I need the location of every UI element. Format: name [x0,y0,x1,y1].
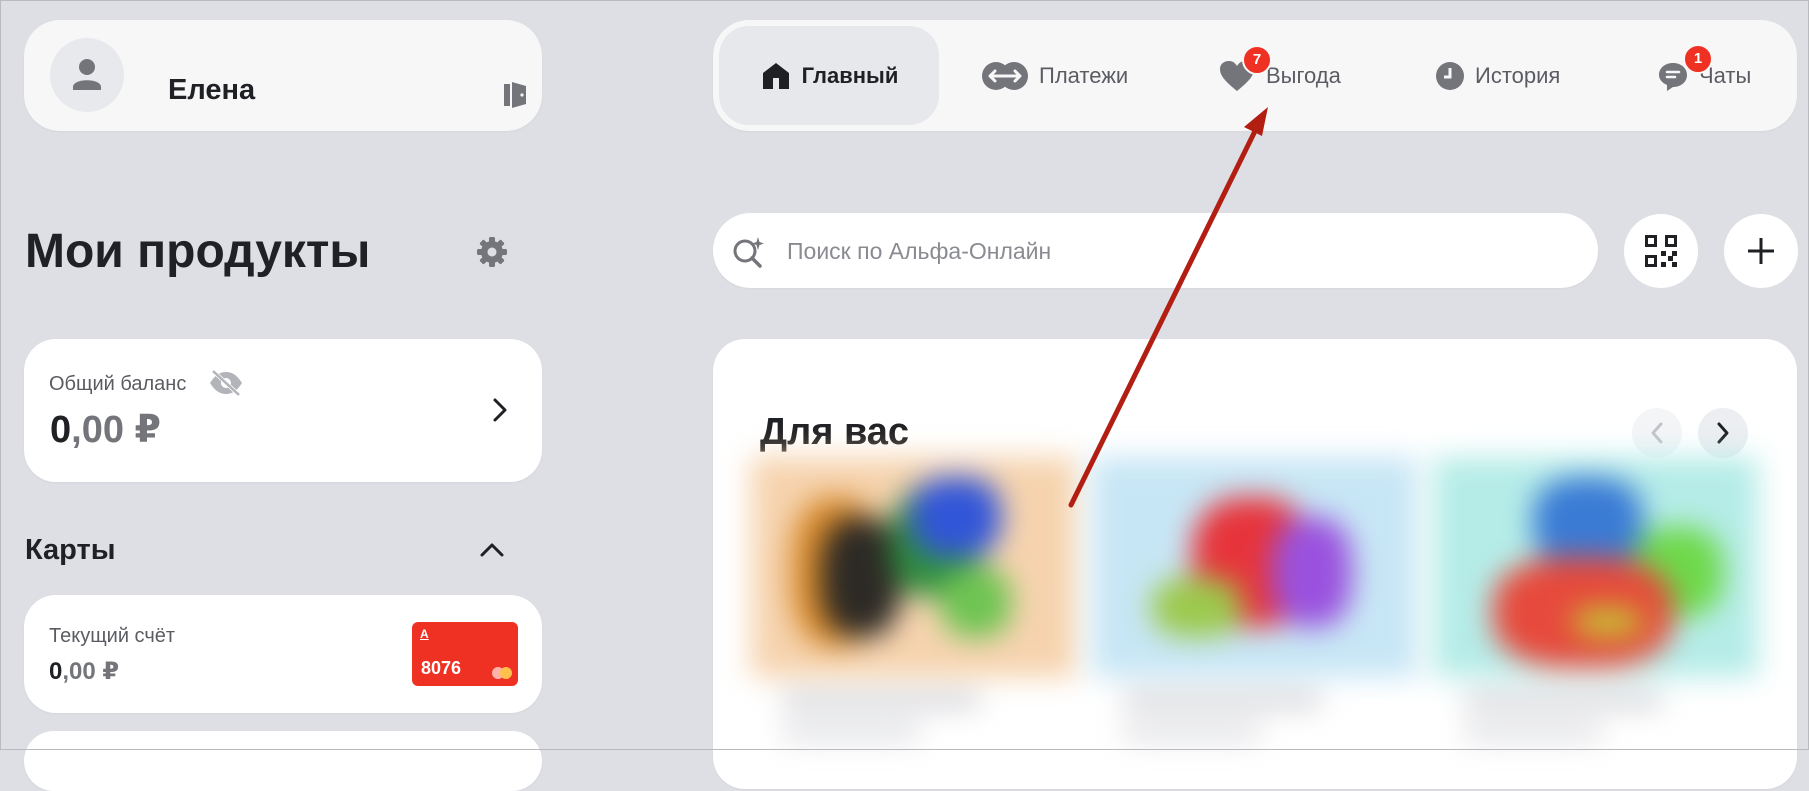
carousel-next-button[interactable] [1698,408,1748,458]
user-icon [73,59,101,90]
alfa-logo: A [420,627,429,641]
chevron-up-icon[interactable] [478,540,506,560]
account-balance: 0,00 ₽ [49,657,119,686]
search-bar [713,213,1598,288]
clock-icon [1435,61,1465,91]
mastercard-icon [492,667,512,679]
profile-name[interactable]: Елена [168,74,255,107]
gear-icon[interactable] [476,236,508,268]
tab-history[interactable]: История [1435,26,1560,125]
carousel-prev-button[interactable] [1632,408,1682,458]
tab-payments-label: Платежи [1039,62,1129,88]
next-product-card[interactable] [24,731,542,791]
for-you-title: Для вас [760,411,910,453]
home-icon [760,61,792,91]
balance-decimal: ,00 [71,409,124,451]
transfer-icon [981,61,1029,91]
eye-hidden-icon[interactable] [208,369,244,397]
add-button[interactable] [1724,214,1798,288]
card-number: 8076 [421,658,462,678]
chat-icon: 1 [1657,43,1713,92]
balance-value: 0,00 ₽ [50,407,161,452]
tab-benefits-label: Выгода [1266,62,1341,88]
promo-card[interactable] [1433,457,1758,757]
tab-history-label: История [1475,62,1561,88]
products-title: Мои продукты [25,225,371,278]
tab-main[interactable]: Главный [719,26,939,125]
card-thumbnail[interactable]: A 8076 [412,622,518,686]
chevron-right-icon [1717,422,1729,444]
cards-section-title: Карты [25,534,116,566]
qr-scan-button[interactable] [1624,214,1698,288]
benefits-badge: 7 [1242,44,1272,75]
logout-icon[interactable] [502,80,530,110]
qr-code-icon [1645,235,1677,267]
chevron-right-icon[interactable] [490,397,510,423]
tab-chats[interactable]: 1 Чаты [1657,26,1751,125]
account-name: Текущий счёт [49,625,176,647]
balance-label: Общий баланс [49,373,187,395]
avatar[interactable] [50,38,124,112]
tab-benefits[interactable]: 7 Выгода [1218,26,1341,125]
account-decimal: ,00 [62,658,96,685]
for-you-section: Для вас [713,339,1797,789]
balance-currency: ₽ [134,409,161,451]
current-account-card[interactable]: Текущий счёт 0,00 ₽ A 8076 [24,595,542,713]
account-integer: 0 [49,658,63,685]
chevron-left-icon [1651,422,1663,444]
account-currency: ₽ [102,658,120,685]
tab-payments[interactable]: Платежи [981,26,1128,125]
promo-card[interactable] [751,457,1076,757]
profile-panel: Елена [24,20,542,131]
chats-badge: 1 [1683,43,1713,74]
heart-icon: 7 [1218,44,1272,93]
main-navigation: Главный Платежи 7 Выгода История 1 Чаты [713,20,1797,131]
search-input[interactable] [785,227,1569,275]
promo-card[interactable] [1092,457,1417,757]
balance-integer: 0 [50,409,72,451]
plus-icon [1748,238,1774,264]
search-icon [733,237,764,268]
total-balance-card[interactable]: Общий баланс 0,00 ₽ [24,339,542,482]
tab-main-label: Главный [801,62,899,88]
